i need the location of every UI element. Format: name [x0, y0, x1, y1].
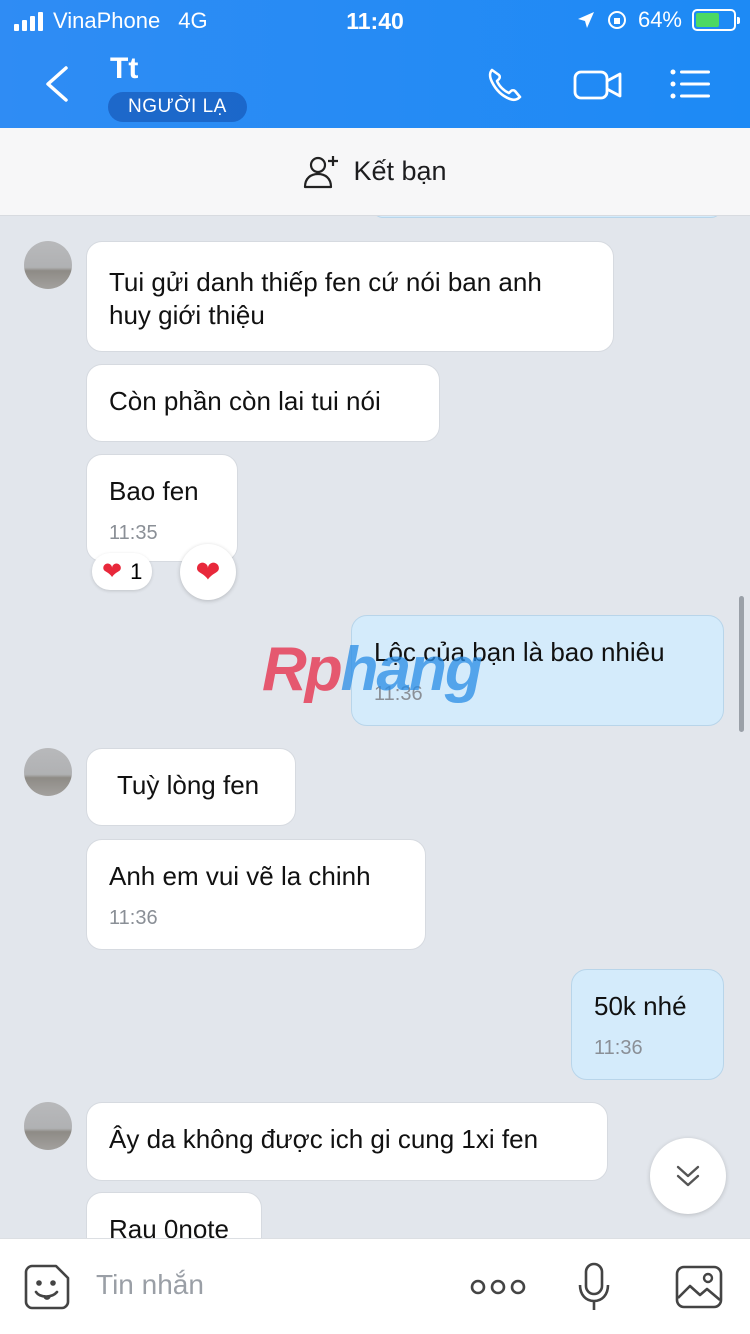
message-text: Bao fen	[109, 476, 199, 506]
react-button[interactable]: ❤	[180, 544, 236, 600]
message-bubble[interactable]: Tuỳ lòng fen	[86, 748, 296, 826]
scroll-to-bottom-button[interactable]	[650, 1138, 726, 1214]
back-arrow-icon[interactable]	[40, 64, 76, 104]
reaction-summary[interactable]: ❤ 1	[92, 553, 153, 590]
message-bubble[interactable]: Tui gửi danh thiếp fen cứ nói ban anh hu…	[86, 241, 614, 352]
add-friend-button[interactable]: Kết bạn	[0, 128, 750, 216]
heart-icon: ❤	[102, 558, 123, 585]
message-text: Ây da không được ich gi cung 1xi fen	[109, 1124, 539, 1154]
avatar[interactable]	[24, 241, 72, 289]
double-chevron-down-icon	[676, 1165, 700, 1187]
stranger-badge: NGƯỜI LẠ	[108, 92, 247, 122]
status-bar: VinaPhone 4G 11:40 64%	[0, 0, 750, 42]
microphone-icon[interactable]	[576, 1261, 612, 1313]
contact-name[interactable]: Tt	[110, 52, 138, 86]
add-friend-label: Kết bạn	[353, 156, 447, 186]
message-bubble[interactable]: Rau 0note	[86, 1192, 262, 1238]
message-bubble[interactable]: Ây da không được ich gi cung 1xi fen	[86, 1102, 608, 1181]
message-bubble[interactable]: Anh em vui vẽ la chinh 11:36	[86, 839, 426, 950]
battery-percent: 64%	[637, 7, 682, 32]
battery-icon	[692, 9, 740, 31]
orientation-lock-icon	[607, 11, 626, 29]
message-time: 11:36	[109, 907, 158, 929]
message-text: Anh em vui vẽ la chinh	[109, 861, 371, 891]
message-list[interactable]: Tui gửi danh thiếp fen cứ nói ban anh hu…	[0, 216, 750, 1238]
watermark-logo: Rphang	[262, 635, 483, 704]
video-call-icon[interactable]	[572, 64, 624, 104]
message-text: Còn phần còn lai tui nói	[109, 386, 381, 416]
reaction-count: 1	[130, 558, 143, 584]
avatar[interactable]	[24, 748, 72, 796]
message-input[interactable]: Tin nhắn	[96, 1269, 204, 1301]
heart-icon: ❤	[195, 555, 221, 589]
message-input-bar: Tin nhắn	[0, 1238, 750, 1334]
avatar[interactable]	[24, 1102, 72, 1150]
more-options-icon[interactable]	[470, 1261, 526, 1313]
message-bubble[interactable]: Còn phần còn lai tui nói	[86, 364, 440, 442]
chat-header: VinaPhone 4G 11:40 64% Tt NGƯỜI LẠ	[0, 0, 750, 128]
location-icon	[577, 12, 594, 28]
menu-list-icon[interactable]	[668, 64, 712, 104]
message-text: Rau 0note	[109, 1214, 229, 1238]
message-text: Tui gửi danh thiếp fen cứ nói ban anh	[109, 267, 542, 297]
message-time: 11:35	[109, 522, 158, 544]
message-bubble[interactable]: 50k nhé 11:36	[571, 969, 724, 1080]
phone-icon[interactable]	[484, 64, 528, 104]
message-text: 50k nhé	[594, 991, 687, 1021]
previous-message-bubble	[372, 216, 722, 218]
message-text: huy giới thiệu	[109, 300, 265, 330]
image-icon[interactable]	[674, 1261, 724, 1313]
scrollbar[interactable]	[739, 596, 744, 732]
add-user-icon	[304, 155, 339, 188]
sticker-icon[interactable]	[22, 1261, 72, 1313]
message-text: Tuỳ lòng fen	[117, 770, 260, 800]
message-time: 11:36	[594, 1037, 643, 1059]
